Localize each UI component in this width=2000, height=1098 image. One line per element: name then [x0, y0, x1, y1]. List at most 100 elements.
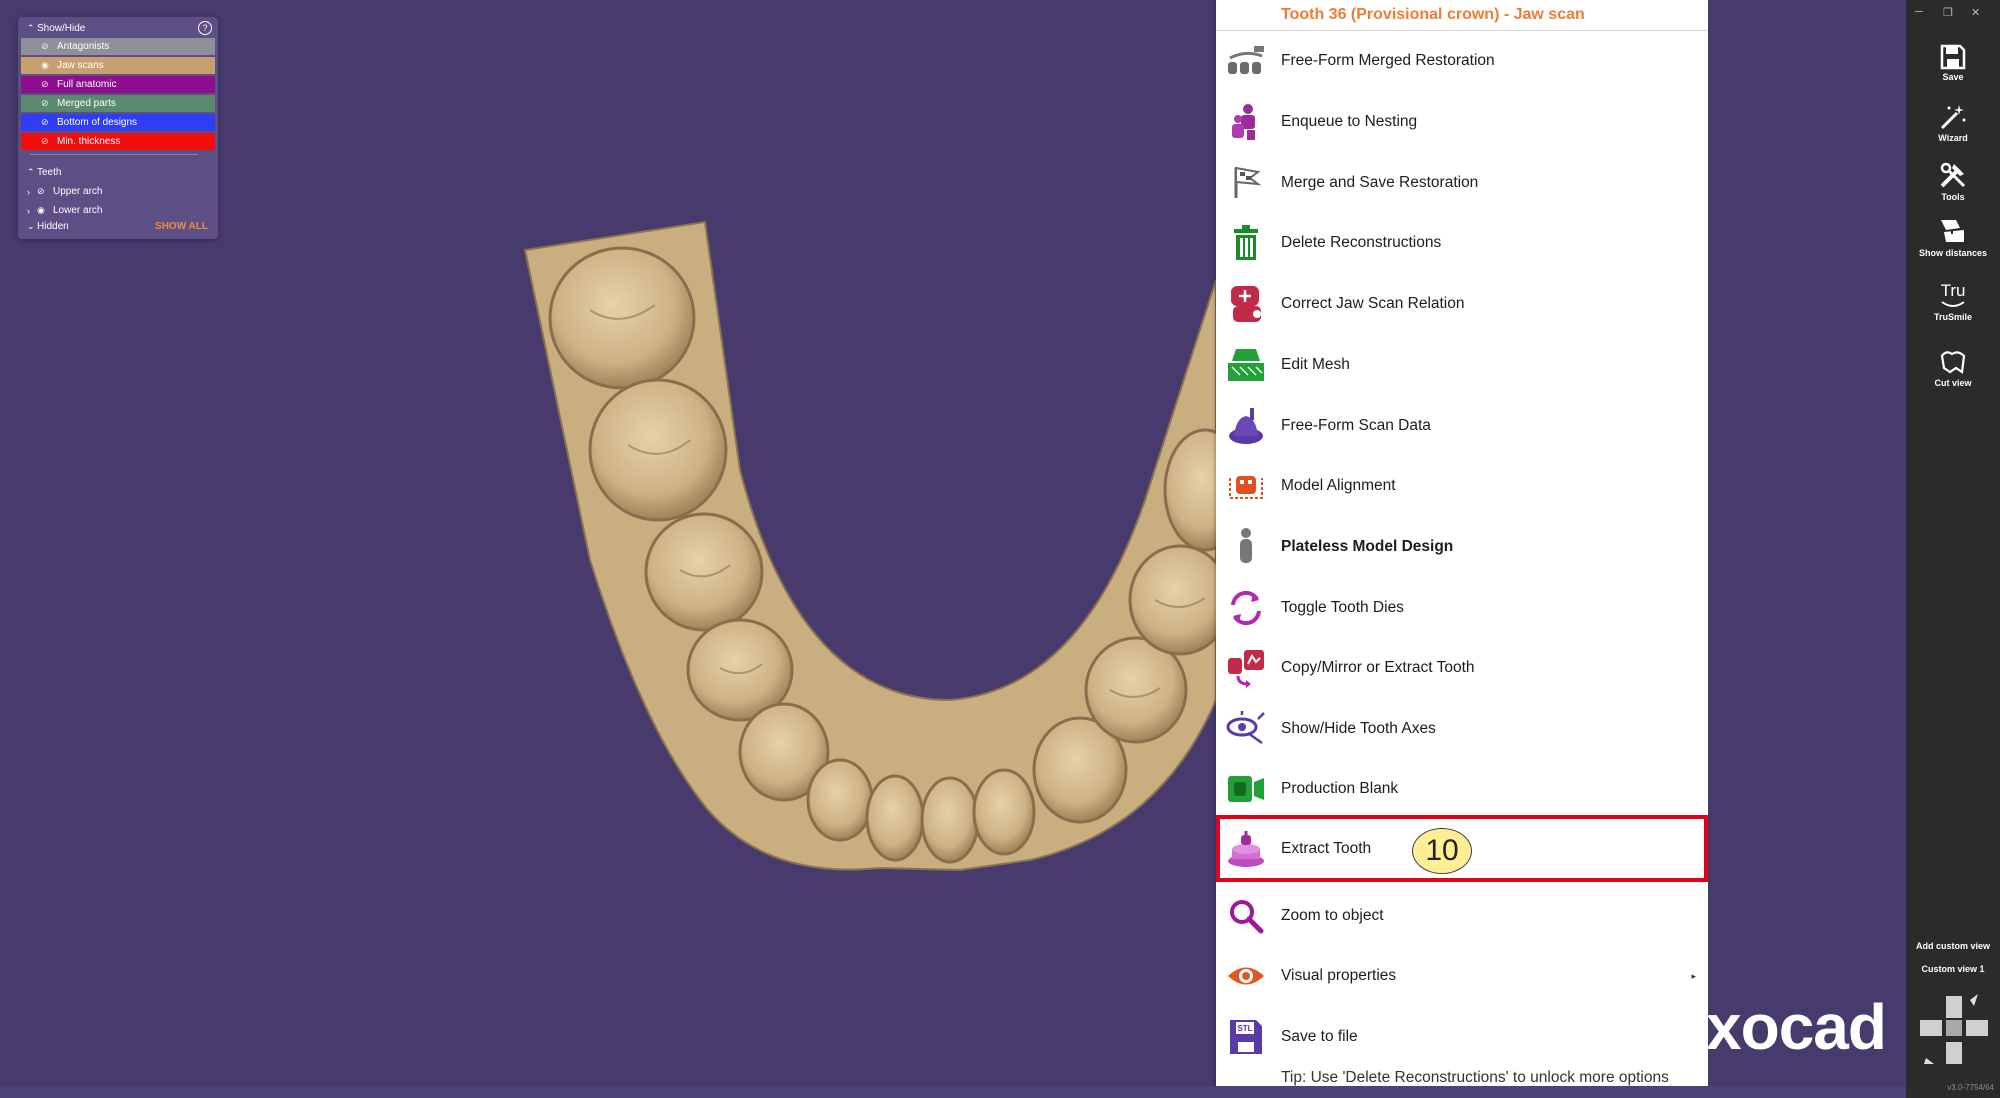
menu-item-correct-jaw-scan-relation[interactable]: Correct Jaw Scan Relation: [1216, 276, 1708, 332]
eye-hidden-icon[interactable]: ⊘: [41, 136, 53, 147]
show-distances-button[interactable]: Show distances: [1906, 216, 2000, 258]
stl-file-icon: STL: [1226, 1017, 1266, 1057]
layer-antagonists[interactable]: ⊘ Antagonists: [21, 38, 215, 55]
restore-icon[interactable]: ❐: [1943, 6, 1953, 19]
cut-view-button[interactable]: Cut view: [1906, 348, 2000, 388]
menu-item-label: Delete Reconstructions: [1281, 234, 1442, 251]
eye-icon[interactable]: ◉: [37, 205, 49, 216]
wizard-icon: [1940, 105, 1966, 130]
menu-item-label: Model Alignment: [1281, 477, 1396, 494]
step-number-badge: 10: [1412, 828, 1472, 874]
menu-item-copy-mirror-or-extract-tooth[interactable]: Copy/Mirror or Extract Tooth: [1216, 640, 1708, 696]
menu-item-visual-properties[interactable]: Visual properties ▸: [1216, 948, 1708, 1004]
menu-item-free-form-merged-restoration[interactable]: Free-Form Merged Restoration: [1216, 33, 1708, 89]
extract-tooth-highlight: Extract Tooth 10: [1216, 815, 1708, 882]
close-icon[interactable]: ✕: [1971, 6, 1980, 19]
menu-item-label: Save to file: [1281, 1028, 1358, 1045]
eye-hidden-icon[interactable]: ⊘: [41, 117, 53, 128]
right-toolbar: ─ ❐ ✕ Save Wizard Tools Show distances T…: [1906, 0, 2000, 1098]
eye-hidden-icon[interactable]: ⊘: [41, 79, 53, 90]
menu-item-label: Visual properties: [1281, 967, 1397, 984]
eye-hidden-icon[interactable]: ⊘: [41, 41, 53, 52]
menu-item-enqueue-to-nesting[interactable]: Enqueue to Nesting: [1216, 94, 1708, 150]
divider: [30, 154, 198, 155]
menu-item-production-blank[interactable]: Production Blank: [1216, 761, 1708, 817]
context-menu-title: Tooth 36 (Provisional crown) - Jaw scan: [1281, 6, 1585, 23]
wizard-button[interactable]: Wizard: [1906, 103, 2000, 143]
trusmile-button[interactable]: Tru TruSmile: [1906, 280, 2000, 322]
layer-merged-parts[interactable]: ⊘ Merged parts: [21, 95, 215, 112]
free-form-merged-icon: [1226, 41, 1266, 81]
menu-item-model-alignment[interactable]: Model Alignment: [1216, 458, 1708, 514]
tip-text: Tip: Use 'Delete Reconstructions' to unl…: [1281, 1069, 1669, 1086]
layer-label: Full anatomic: [57, 79, 117, 90]
view-cube-icon[interactable]: [1916, 992, 1992, 1070]
eye-hidden-icon[interactable]: ⊘: [37, 186, 49, 197]
menu-item-label: Production Blank: [1281, 780, 1399, 797]
menu-item-delete-reconstructions[interactable]: Delete Reconstructions: [1216, 215, 1708, 271]
show-hide-title: Show/Hide: [37, 23, 86, 34]
menu-item-label: Free-Form Merged Restoration: [1281, 52, 1495, 69]
version-text: v3.0-7754/64: [1947, 1083, 1994, 1092]
menu-item-label: Free-Form Scan Data: [1281, 417, 1431, 434]
eye-icon: [1226, 956, 1266, 996]
layer-jaw-scans[interactable]: ◉ Jaw scans: [21, 57, 215, 74]
divider: [1216, 30, 1708, 31]
show-hide-header[interactable]: ⌃ Show/Hide: [18, 19, 218, 38]
menu-item-toggle-tooth-dies[interactable]: Toggle Tooth Dies: [1216, 580, 1708, 636]
layer-full-anatomic[interactable]: ⊘ Full anatomic: [21, 76, 215, 93]
svg-text:Tru: Tru: [1941, 281, 1966, 300]
menu-item-label: Enqueue to Nesting: [1281, 113, 1418, 130]
submenu-arrow-icon: ▸: [1691, 970, 1696, 981]
trusmile-icon: Tru: [1941, 281, 1966, 307]
plateless-model-icon: [1226, 527, 1266, 567]
zoom-icon: [1226, 896, 1266, 936]
tools-button[interactable]: Tools: [1906, 160, 2000, 202]
menu-item-label: Edit Mesh: [1281, 356, 1350, 373]
layer-min-thickness[interactable]: ⊘ Min. thickness: [21, 133, 215, 150]
jaw-relation-icon: [1226, 284, 1266, 324]
menu-item-merge-and-save-restoration[interactable]: Merge and Save Restoration: [1216, 155, 1708, 211]
teeth-header[interactable]: ⌃ Teeth: [18, 163, 218, 182]
custom-view-1-button[interactable]: Custom view 1: [1906, 964, 2000, 974]
toolbar-label: TruSmile: [1933, 312, 1972, 322]
layer-label: Min. thickness: [57, 136, 121, 147]
layer-bottom-of-designs[interactable]: ⊘ Bottom of designs: [21, 114, 215, 131]
extract-tooth-icon: [1226, 829, 1266, 869]
eye-hidden-icon[interactable]: ⊘: [41, 98, 53, 109]
hidden-row[interactable]: ⌄ Hidden SHOW ALL: [18, 217, 218, 236]
menu-item-plateless-model-design[interactable]: Plateless Model Design: [1216, 519, 1708, 575]
toolbar-label: Show distances: [1918, 248, 1988, 258]
help-icon[interactable]: ?: [198, 21, 212, 35]
menu-item-zoom-to-object[interactable]: Zoom to object: [1216, 888, 1708, 944]
upper-arch-row[interactable]: › ⊘ Upper arch: [18, 182, 218, 201]
chevron-up-icon: ⌃: [27, 167, 35, 177]
menu-item-label: Toggle Tooth Dies: [1281, 599, 1404, 616]
save-button[interactable]: Save: [1906, 44, 2000, 82]
eye-icon[interactable]: ◉: [41, 60, 53, 71]
menu-item-show-hide-tooth-axes[interactable]: Show/Hide Tooth Axes: [1216, 701, 1708, 757]
menu-item-save-to-file[interactable]: STL Save to file: [1216, 1009, 1708, 1065]
toolbar-label: Tools: [1941, 192, 1965, 202]
menu-item-label: Copy/Mirror or Extract Tooth: [1281, 659, 1475, 676]
toolbar-label: Wizard: [1938, 133, 1968, 143]
menu-item-label: Extract Tooth: [1281, 840, 1372, 857]
trash-icon: [1226, 223, 1266, 263]
menu-item-label: Zoom to object: [1281, 907, 1384, 924]
menu-item-free-form-scan-data[interactable]: Free-Form Scan Data: [1216, 398, 1708, 454]
nesting-icon: [1226, 102, 1266, 142]
layer-label: Merged parts: [57, 98, 116, 109]
menu-item-edit-mesh[interactable]: Edit Mesh: [1216, 337, 1708, 393]
lower-arch-label: Lower arch: [53, 205, 103, 216]
add-custom-view-button[interactable]: Add custom view: [1906, 941, 2000, 951]
chevron-right-icon[interactable]: ›: [27, 206, 37, 216]
layer-label: Antagonists: [57, 41, 110, 52]
minimize-icon[interactable]: ─: [1915, 6, 1923, 18]
merge-save-icon: [1226, 163, 1266, 203]
edit-mesh-icon: [1226, 345, 1266, 385]
chevron-right-icon[interactable]: ›: [27, 187, 37, 197]
chevron-down-icon: ⌄: [27, 221, 35, 231]
teeth-title: Teeth: [37, 167, 62, 178]
show-all-button[interactable]: SHOW ALL: [155, 221, 208, 232]
toolbar-label: Save: [1942, 72, 1964, 82]
